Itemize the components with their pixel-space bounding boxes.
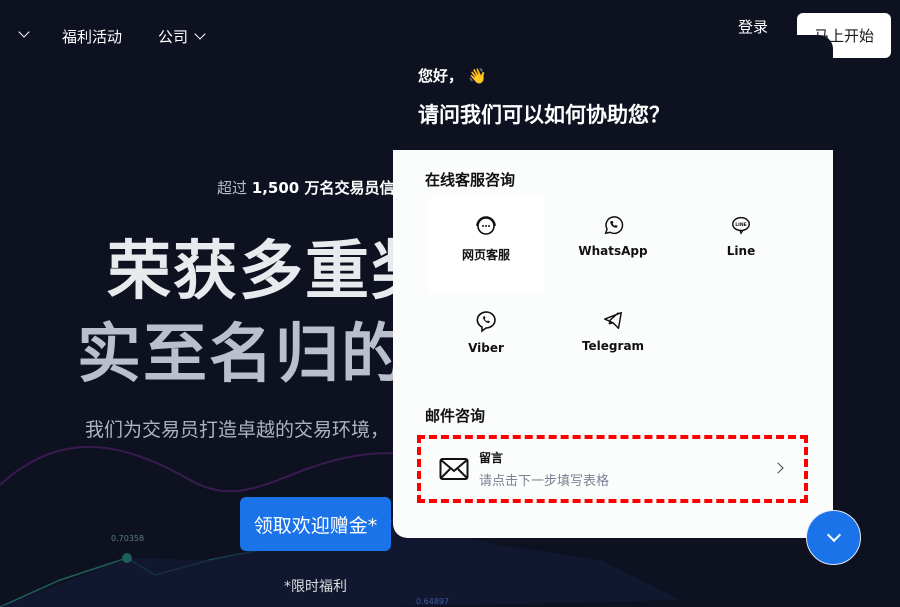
option-label: Line [726,244,756,258]
hero-description: 我们为交易员打造卓越的交易环境， [85,419,390,441]
nav-dropdown[interactable] [12,26,30,44]
line-option[interactable]: LINE Line [683,197,799,293]
message-text: 留言 请点击下一步填写表格 [479,449,609,489]
support-chat-panel: 您好， 👋 请问我们可以如何协助您？ 在线客服咨询 网页客服 WhatsApp … [393,35,833,538]
ticker-value: 0.70358 [111,534,145,543]
option-label: Telegram [581,339,645,353]
limited-offer-note: *限时福利 [284,579,347,595]
viber-icon [476,311,496,333]
whatsapp-icon [604,216,624,235]
nav-company[interactable]: 公司 [158,26,206,47]
hero-title-line1: 荣获多重奖 [107,235,437,309]
option-label: Viber [468,341,504,355]
option-label: WhatsApp [578,244,648,258]
wave-icon: 👋 [468,67,487,85]
leave-message-option[interactable]: 留言 请点击下一步填写表格 [417,435,808,503]
email-support-title: 邮件咨询 [425,407,486,425]
sub-bold: 1,500 万名交易员信 [251,179,395,197]
greeting-text: 您好， [418,67,464,85]
viber-option[interactable]: Viber [428,292,544,388]
panel-heading: 请问我们可以如何协助您？ [418,103,670,127]
telegram-option[interactable]: Telegram [555,292,671,388]
chevron-down-icon [194,28,206,40]
headset-chat-icon [476,216,496,235]
chevron-down-icon [18,26,30,38]
claim-bonus-button[interactable]: 领取欢迎赠金* [240,497,391,551]
envelope-icon [439,458,469,480]
nav-company-label: 公司 [158,28,189,46]
message-title: 留言 [479,451,504,465]
login-link[interactable]: 登录 [738,16,768,37]
ticker-value: 0.64897 [416,597,450,606]
message-subtitle: 请点击下一步填写表格 [479,474,610,489]
whatsapp-option[interactable]: WhatsApp [555,197,671,293]
telegram-icon [604,311,622,329]
online-support-title: 在线客服咨询 [425,171,516,189]
sub-prefix: 超过 [217,179,248,197]
collapse-chat-button[interactable] [806,510,861,565]
hero-subtitle: 超过 1,500 万名交易员信 [217,177,394,198]
option-label: 网页客服 [461,248,510,262]
svg-text:LINE: LINE [735,222,747,228]
nav-promotions[interactable]: 福利活动 [62,26,122,47]
line-icon: LINE [732,216,750,235]
web-chat-option[interactable]: 网页客服 [428,197,544,293]
chevron-down-icon [826,527,841,543]
greeting: 您好， 👋 [418,65,808,86]
chevron-right-icon [772,462,784,474]
